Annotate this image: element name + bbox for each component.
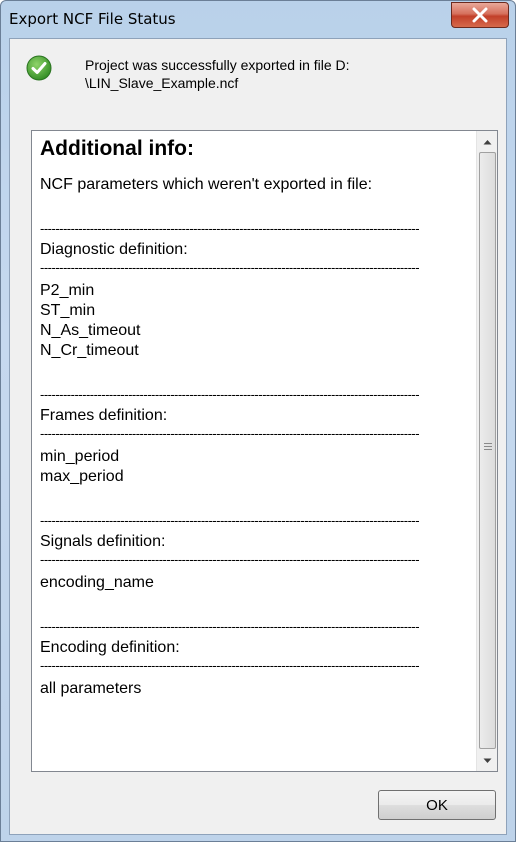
vertical-scrollbar[interactable]: [476, 131, 497, 771]
close-icon: [472, 7, 488, 23]
status-message: Project was successfully exported in fil…: [85, 56, 445, 92]
additional-info-textbox[interactable]: Additional info: NCF parameters which we…: [31, 130, 498, 772]
separator: ----------------------------------------…: [40, 621, 420, 632]
scroll-down-button[interactable]: [477, 750, 497, 771]
dialog-window: Export NCF File Status Project was succe…: [0, 0, 516, 842]
separator: ----------------------------------------…: [40, 223, 420, 234]
info-intro: NCF parameters which weren't exported in…: [40, 176, 373, 193]
section-title-frames: Frames definition:: [40, 407, 168, 424]
separator: ----------------------------------------…: [40, 660, 420, 671]
ok-button[interactable]: OK: [378, 790, 496, 820]
section-title-signals: Signals definition:: [40, 533, 166, 550]
separator: ----------------------------------------…: [40, 428, 420, 439]
param-item: encoding_name: [40, 574, 154, 591]
separator: ----------------------------------------…: [40, 515, 420, 526]
window-title: Export NCF File Status: [9, 10, 176, 28]
status-message-line2: \LIN_Slave_Example.ncf: [85, 75, 239, 91]
scroll-thumb[interactable]: [479, 152, 496, 749]
separator: ----------------------------------------…: [40, 262, 420, 273]
param-item: all parameters: [40, 680, 142, 697]
dialog-body: Project was successfully exported in fil…: [9, 38, 507, 835]
param-item: ST_min: [40, 302, 96, 319]
arrow-down-icon: [483, 758, 491, 763]
info-heading: Additional info:: [40, 137, 194, 160]
param-item: N_As_timeout: [40, 322, 141, 339]
close-button[interactable]: [451, 2, 509, 28]
grip-icon: [484, 443, 492, 450]
info-content: Additional info: NCF parameters which we…: [40, 131, 466, 771]
section-title-encoding: Encoding definition:: [40, 639, 180, 656]
separator: ----------------------------------------…: [40, 389, 420, 400]
scroll-up-button[interactable]: [477, 131, 497, 152]
param-item: N_Cr_timeout: [40, 342, 139, 359]
param-item: P2_min: [40, 282, 95, 299]
title-bar[interactable]: Export NCF File Status: [1, 1, 515, 37]
section-title-diagnostic: Diagnostic definition:: [40, 241, 188, 258]
param-item: max_period: [40, 468, 124, 485]
param-item: min_period: [40, 448, 120, 465]
status-message-line1: Project was successfully exported in fil…: [85, 57, 350, 73]
check-circle-icon: [26, 55, 52, 81]
separator: ----------------------------------------…: [40, 554, 420, 565]
arrow-up-icon: [483, 139, 491, 144]
